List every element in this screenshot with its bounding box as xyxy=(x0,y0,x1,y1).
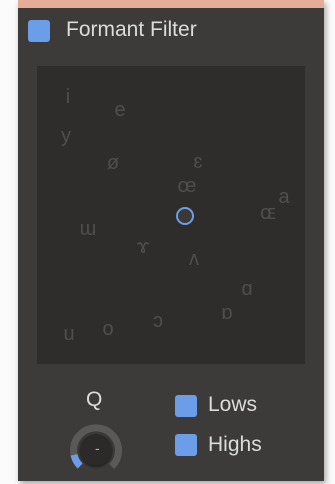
highs-label: Highs xyxy=(208,433,262,456)
lows-label: Lows xyxy=(208,393,258,416)
vowel-oe: œ xyxy=(177,175,197,197)
vowel-rams-horn: ɤ xyxy=(136,236,150,258)
lows-checkbox[interactable] xyxy=(175,395,197,417)
vowel-script-a: ɑ xyxy=(241,278,253,300)
formant-filter-panel: Formant Filter i e y ø ɛ œ ɶ a ɯ ɤ ʌ ɑ ɒ… xyxy=(18,0,324,481)
vowel-y: y xyxy=(61,125,71,147)
q-knob-value: - xyxy=(95,440,100,456)
vowel-small-oe: ɶ xyxy=(260,202,276,224)
highs-checkbox[interactable] xyxy=(175,434,197,456)
panel-header: Formant Filter xyxy=(18,8,324,50)
enable-checkbox[interactable] xyxy=(28,20,50,42)
vowel-open-o: ɔ xyxy=(153,310,163,332)
vowel-position-handle[interactable] xyxy=(176,207,194,225)
panel-title: Formant Filter xyxy=(66,18,197,41)
vowel-a: a xyxy=(278,186,290,208)
vowel-o: o xyxy=(102,318,114,340)
q-label: Q xyxy=(86,388,103,411)
vowel-o-slash: ø xyxy=(106,152,120,174)
vowel-xy-pad[interactable]: i e y ø ɛ œ ɶ a ɯ ɤ ʌ ɑ ɒ ɔ o u xyxy=(37,66,305,364)
vowel-turned-script-a: ɒ xyxy=(221,302,233,324)
vowel-u: u xyxy=(63,323,75,345)
vowel-e: e xyxy=(114,99,126,121)
q-knob-cap: - xyxy=(80,434,112,466)
vowel-turned-v: ʌ xyxy=(189,248,199,270)
vowel-i: i xyxy=(65,86,71,108)
vowel-open-e: ɛ xyxy=(193,151,203,173)
q-knob[interactable]: - xyxy=(67,421,125,479)
vowel-turned-m: ɯ xyxy=(79,218,97,240)
